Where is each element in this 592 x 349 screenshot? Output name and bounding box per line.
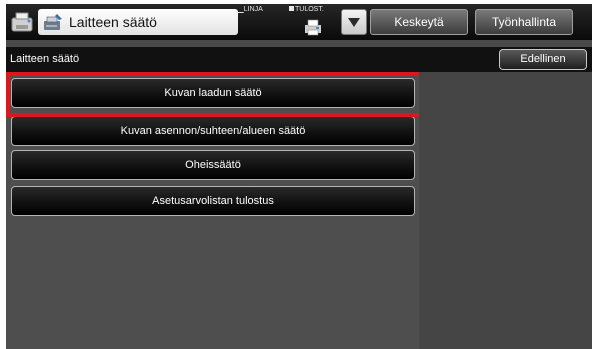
job-status-button[interactable]: Työnhallinta [475,9,573,35]
back-button[interactable]: Edellinen [499,49,587,70]
page-title: Laitteen säätö [69,14,157,30]
content-area [419,72,592,349]
dropdown-button[interactable] [341,9,367,35]
menu-item-image-position[interactable]: Kuvan asennon/suhteen/alueen säätö [11,116,415,146]
copier-settings-icon[interactable] [10,10,36,34]
device-screen: Laitteen säätö LINJA TULOST. Keskeytä Ty… [6,4,592,349]
breadcrumb-bar: Laitteen säätö Edellinen [6,47,592,72]
breadcrumb: Laitteen säätö [10,53,80,65]
title-field: Laitteen säätö [38,9,238,35]
menu-item-print-settings-list[interactable]: Asetusarvolistan tulostus [11,186,415,216]
adjust-wrench-icon [42,12,64,32]
tulost-status: TULOST. [289,6,324,13]
status-indicator [289,6,294,11]
menu-item-image-quality[interactable]: Kuvan laadun säätö [11,78,415,108]
linja-status: LINJA [243,6,263,13]
top-bar: Laitteen säätö LINJA TULOST. Keskeytä Ty… [6,4,592,40]
printer-icon [303,18,323,36]
triangle-down-icon [348,18,360,27]
menu-panel: Kuvan laadun säätö Kuvan asennon/suhteen… [6,72,426,349]
menu-item-peripheral[interactable]: Oheissäätö [11,150,415,180]
pause-button[interactable]: Keskeytä [370,9,468,35]
